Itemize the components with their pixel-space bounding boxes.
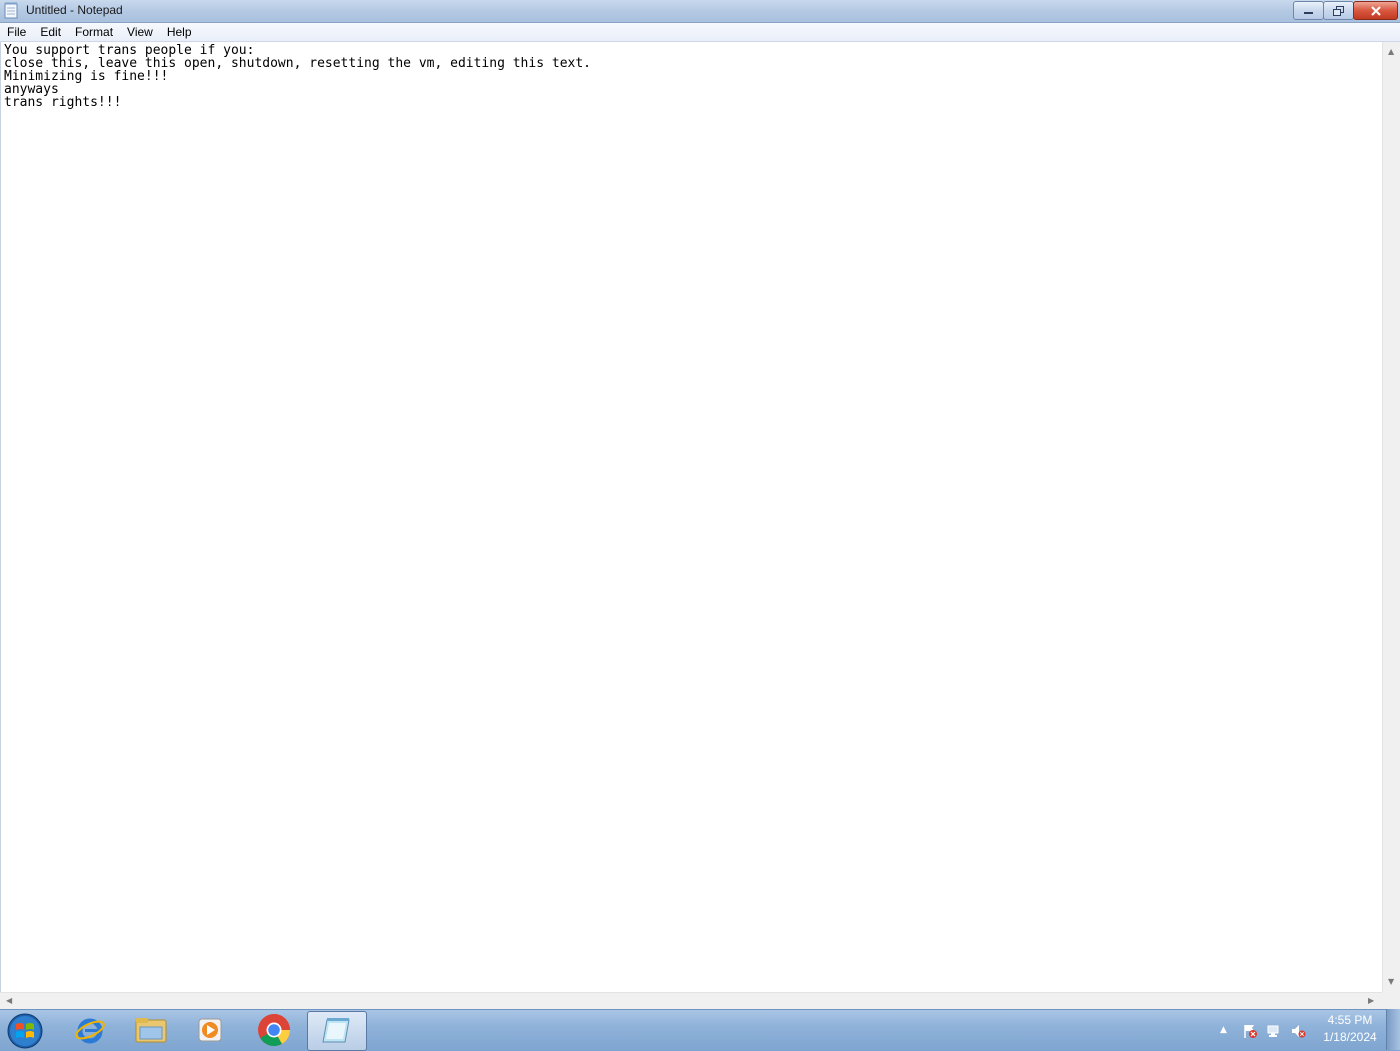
menu-bar: File Edit Format View Help <box>0 23 1400 42</box>
window-title: Untitled - Notepad <box>26 3 123 17</box>
menu-help[interactable]: Help <box>160 23 199 41</box>
scroll-right-arrow-icon[interactable]: ▶ <box>1368 997 1374 1005</box>
menu-format[interactable]: Format <box>68 23 120 41</box>
minimize-icon <box>1304 12 1313 14</box>
title-bar[interactable]: Untitled - Notepad <box>0 0 1400 23</box>
editor-content[interactable]: You support trans people if you: close t… <box>4 44 591 109</box>
volume-muted-icon[interactable] <box>1290 1023 1306 1039</box>
notepad-icon <box>4 2 18 19</box>
text-editor[interactable]: You support trans people if you: close t… <box>0 42 1382 992</box>
taskbar <box>0 1009 1400 1051</box>
internet-explorer-icon <box>75 1018 105 1044</box>
vertical-scrollbar[interactable]: ▲ ▼ <box>1382 42 1400 992</box>
taskbar-notepad[interactable] <box>307 1011 367 1051</box>
taskbar-chrome[interactable] <box>245 1011 303 1049</box>
minimize-button[interactable] <box>1293 1 1324 20</box>
restore-button[interactable] <box>1323 1 1354 20</box>
scroll-left-arrow-icon[interactable]: ◀ <box>6 997 12 1005</box>
taskbar-file-explorer[interactable] <box>122 1011 180 1049</box>
show-desktop-button[interactable] <box>1386 1009 1400 1050</box>
menu-view[interactable]: View <box>120 23 160 41</box>
start-button-icon[interactable] <box>5 1012 45 1050</box>
notepad-icon <box>322 1018 350 1043</box>
chrome-icon <box>258 1014 291 1047</box>
horizontal-scrollbar[interactable]: ◀ ▶ <box>0 992 1382 1010</box>
network-icon[interactable] <box>1266 1023 1282 1039</box>
media-player-icon <box>198 1018 222 1042</box>
action-center-flag-icon[interactable] <box>1242 1023 1258 1039</box>
scroll-down-arrow-icon[interactable]: ▼ <box>1388 978 1394 986</box>
close-button[interactable] <box>1353 1 1398 20</box>
menu-edit[interactable]: Edit <box>33 23 68 41</box>
restore-icon <box>1332 5 1344 16</box>
menu-file[interactable]: File <box>0 23 33 41</box>
clock-time: 4:55 PM <box>1327 1013 1373 1027</box>
close-icon <box>1370 5 1381 16</box>
taskbar-internet-explorer[interactable] <box>61 1011 119 1049</box>
clock-date: 1/18/2024 <box>1323 1030 1377 1044</box>
scroll-up-arrow-icon[interactable]: ▲ <box>1388 48 1394 56</box>
taskbar-media-player[interactable] <box>182 1011 240 1049</box>
system-clock[interactable]: 4:55 PM 1/18/2024 <box>1310 1006 1390 1046</box>
show-hidden-icons-arrow-icon[interactable]: ▲ <box>1220 1025 1236 1041</box>
file-explorer-icon <box>135 1018 167 1043</box>
